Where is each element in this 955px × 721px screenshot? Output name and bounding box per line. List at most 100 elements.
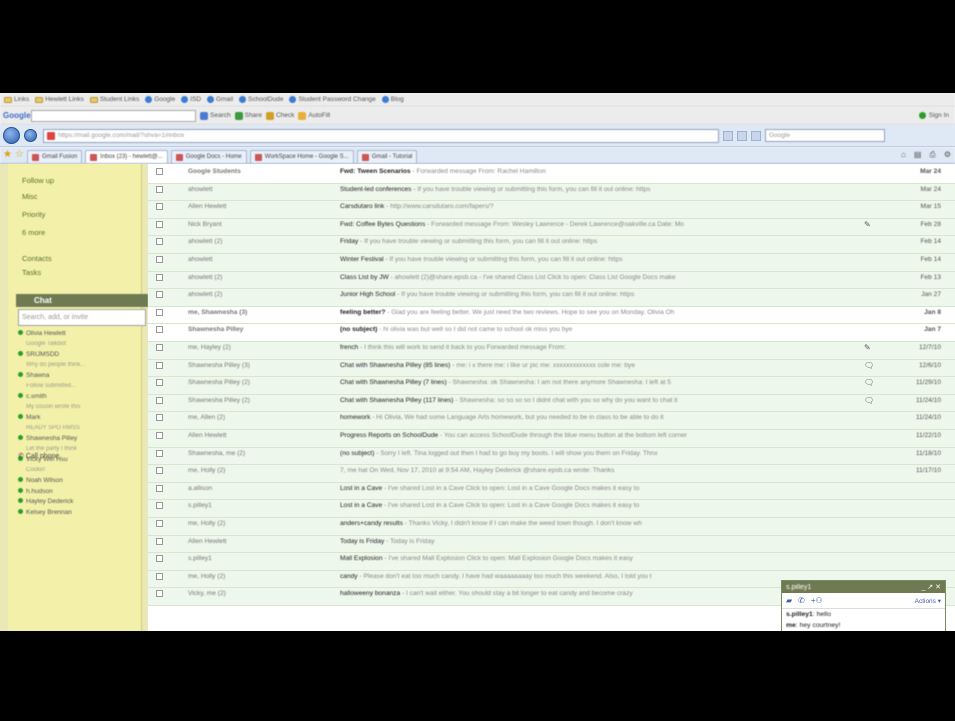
browser-tab[interactable]: Gmail Fusion	[26, 149, 83, 163]
message-row[interactable]: a.allison Lost in a Cave - I've shared Lo…	[148, 482, 955, 501]
message-row[interactable]: Shawnesha, me (2) (no subject) - Sorry I …	[148, 447, 955, 466]
refresh-icon[interactable]	[737, 130, 747, 141]
message-row[interactable]: s.pilley1 Mall Explosion - I've shared Ma…	[148, 553, 955, 571]
select-checkbox[interactable]	[156, 502, 163, 510]
message-row[interactable]: s.pilley1 Lost in a Cave - I've shared Lo…	[148, 500, 955, 518]
links-bar-item[interactable]: Google	[145, 96, 175, 103]
browser-tab[interactable]: Google Docs - Home	[170, 149, 247, 163]
sidebar-label-link[interactable]: Priority	[22, 210, 45, 219]
select-checkbox[interactable]	[156, 238, 163, 246]
message-row[interactable]: me, Hayley (2) french - I think this will…	[148, 342, 955, 360]
add-people-icon[interactable]: +⚇	[811, 596, 823, 605]
chat-actions-menu[interactable]: Actions ▾	[915, 597, 945, 605]
sidebar-label-link[interactable]: Misc	[22, 192, 37, 201]
minimize-icon[interactable]: _	[921, 584, 925, 591]
select-checkbox[interactable]	[156, 572, 163, 580]
favorites-star-icon[interactable]: ★	[3, 150, 12, 160]
call-phone-link[interactable]: ✆ Call phone	[18, 452, 59, 460]
select-checkbox[interactable]	[156, 520, 163, 527]
select-checkbox[interactable]	[156, 467, 163, 475]
message-row[interactable]: ahowlett (2) Junior High School - If you …	[148, 289, 955, 307]
select-checkbox[interactable]	[156, 273, 163, 281]
select-checkbox[interactable]	[156, 308, 163, 316]
chat-contact[interactable]: h.hudson	[18, 487, 148, 495]
select-checkbox[interactable]	[156, 590, 163, 598]
select-checkbox[interactable]	[156, 537, 163, 545]
links-bar-item[interactable]: Blog	[381, 96, 404, 103]
google-share-button[interactable]: Share	[234, 111, 262, 120]
message-row[interactable]: Google Students Fwd: Tween Scenarios - Fo…	[148, 166, 955, 184]
google-search-button[interactable]: Search	[200, 111, 231, 120]
add-favorite-icon[interactable]: ☆	[15, 150, 24, 160]
message-row[interactable]: Shawnesha Pilley (2) Chat with Shawnesha …	[148, 394, 955, 413]
message-row[interactable]: Nick Bryant Fwd: Coffee Bytes Questions -…	[148, 218, 955, 237]
chat-contact[interactable]: Hayley Dederick	[18, 498, 148, 505]
chat-contact[interactable]: Shawna	[18, 372, 148, 379]
chat-window-header[interactable]: s.pilley1 _ ↗ ✕	[782, 581, 945, 593]
close-icon[interactable]: ✕	[935, 584, 941, 591]
select-checkbox[interactable]	[156, 379, 163, 387]
links-bar-item[interactable]: Student Links	[89, 96, 139, 103]
chat-search-input[interactable]: Search, add, or invite	[18, 309, 146, 326]
browser-tab[interactable]: Inbox (23) - hewlett@...	[85, 149, 168, 163]
stop-icon[interactable]	[751, 130, 761, 141]
message-row[interactable]: Shawnesha Pilley (3) Chat with Shawnesha …	[148, 359, 955, 378]
message-row[interactable]: Allen Hewlett Progress Reports on SchoolD…	[148, 430, 955, 448]
sidebar-label-link[interactable]: Contacts	[22, 254, 52, 263]
home-icon[interactable]: ⌂	[901, 150, 906, 160]
browser-tab[interactable]: WorkSpace Home - Google S...	[249, 149, 354, 163]
chat-contact[interactable]: SRIJMSDD	[18, 351, 148, 358]
select-checkbox[interactable]	[156, 484, 163, 492]
chat-contact[interactable]: Shawnesha Pilley	[18, 435, 148, 442]
message-row[interactable]: me, Shawnesha (3) feeling better? - Glad …	[148, 306, 955, 325]
select-checkbox[interactable]	[156, 326, 163, 334]
video-icon[interactable]: ▰	[786, 596, 792, 605]
select-checkbox[interactable]	[156, 256, 163, 263]
chat-contact[interactable]: Kelsey Brennan	[18, 508, 148, 516]
google-check-button[interactable]: Check	[265, 111, 294, 120]
message-row[interactable]: Shawnesha Pilley (no subject) - hi olivia…	[148, 324, 955, 342]
select-checkbox[interactable]	[156, 361, 163, 369]
chat-contact[interactable]: Mark	[18, 414, 148, 421]
select-checkbox[interactable]	[156, 203, 163, 211]
message-row[interactable]: ahowlett Student-led conferences - If you…	[148, 183, 955, 202]
sidebar-label-link[interactable]: 6 more	[22, 228, 45, 237]
links-bar-item[interactable]: SchoolDude	[239, 96, 283, 103]
google-autofill-button[interactable]: AutoFill	[298, 111, 330, 120]
back-arrow-icon[interactable]	[3, 127, 20, 144]
compatibility-icon[interactable]	[723, 130, 733, 141]
select-checkbox[interactable]	[156, 220, 163, 228]
chat-contact[interactable]: Noah Wilson	[18, 477, 148, 484]
message-row[interactable]: ahowlett (2) Friday - If you have trouble…	[148, 236, 955, 254]
sidebar-label-link[interactable]: Tasks	[22, 268, 41, 277]
sidebar-label-link[interactable]: Follow up	[22, 176, 54, 185]
select-checkbox[interactable]	[156, 168, 163, 175]
links-bar-item[interactable]: Links	[4, 96, 29, 103]
message-row[interactable]: Allen Hewlett Today is Friday - Today is …	[148, 535, 955, 554]
select-checkbox[interactable]	[156, 396, 163, 404]
message-row[interactable]: me, Holly (2) 7, me hat On Wed, Nov 17, 2…	[148, 465, 955, 483]
chat-contact[interactable]: c.smith	[18, 393, 148, 400]
message-row[interactable]: me, Holly (2) anders+candy results - Than…	[148, 518, 955, 536]
select-checkbox[interactable]	[156, 555, 163, 563]
popout-icon[interactable]: ↗	[927, 584, 933, 591]
browser-tab[interactable]: Gmail - Tutorial	[356, 149, 418, 163]
links-bar-item[interactable]: Student Password Change	[289, 96, 376, 103]
browser-search-input[interactable]: Google	[765, 129, 885, 142]
select-checkbox[interactable]	[156, 449, 163, 457]
chat-contact[interactable]: Olivia Hewlett	[18, 330, 148, 337]
google-signin-button[interactable]: Sign In	[918, 112, 955, 119]
links-bar-item[interactable]: Hewlett Links	[35, 96, 84, 103]
links-bar-item[interactable]: ISD	[181, 96, 201, 103]
message-row[interactable]: me, Allen (2) homework - Hi Olivia, We ha…	[148, 412, 955, 430]
message-row[interactable]: ahowlett Winter Festival - If you have tr…	[148, 254, 955, 272]
forward-arrow-icon[interactable]	[24, 129, 37, 142]
feeds-icon[interactable]: ▤	[914, 150, 922, 160]
url-input[interactable]: https://mail.google.com/mail/?shva=1#inb…	[43, 128, 719, 143]
print-icon[interactable]: ⎙	[929, 150, 935, 160]
select-checkbox[interactable]	[156, 414, 163, 422]
select-checkbox[interactable]	[156, 291, 163, 299]
tools-icon[interactable]: ⚙	[944, 150, 951, 160]
select-checkbox[interactable]	[156, 185, 163, 193]
select-checkbox[interactable]	[156, 344, 163, 351]
